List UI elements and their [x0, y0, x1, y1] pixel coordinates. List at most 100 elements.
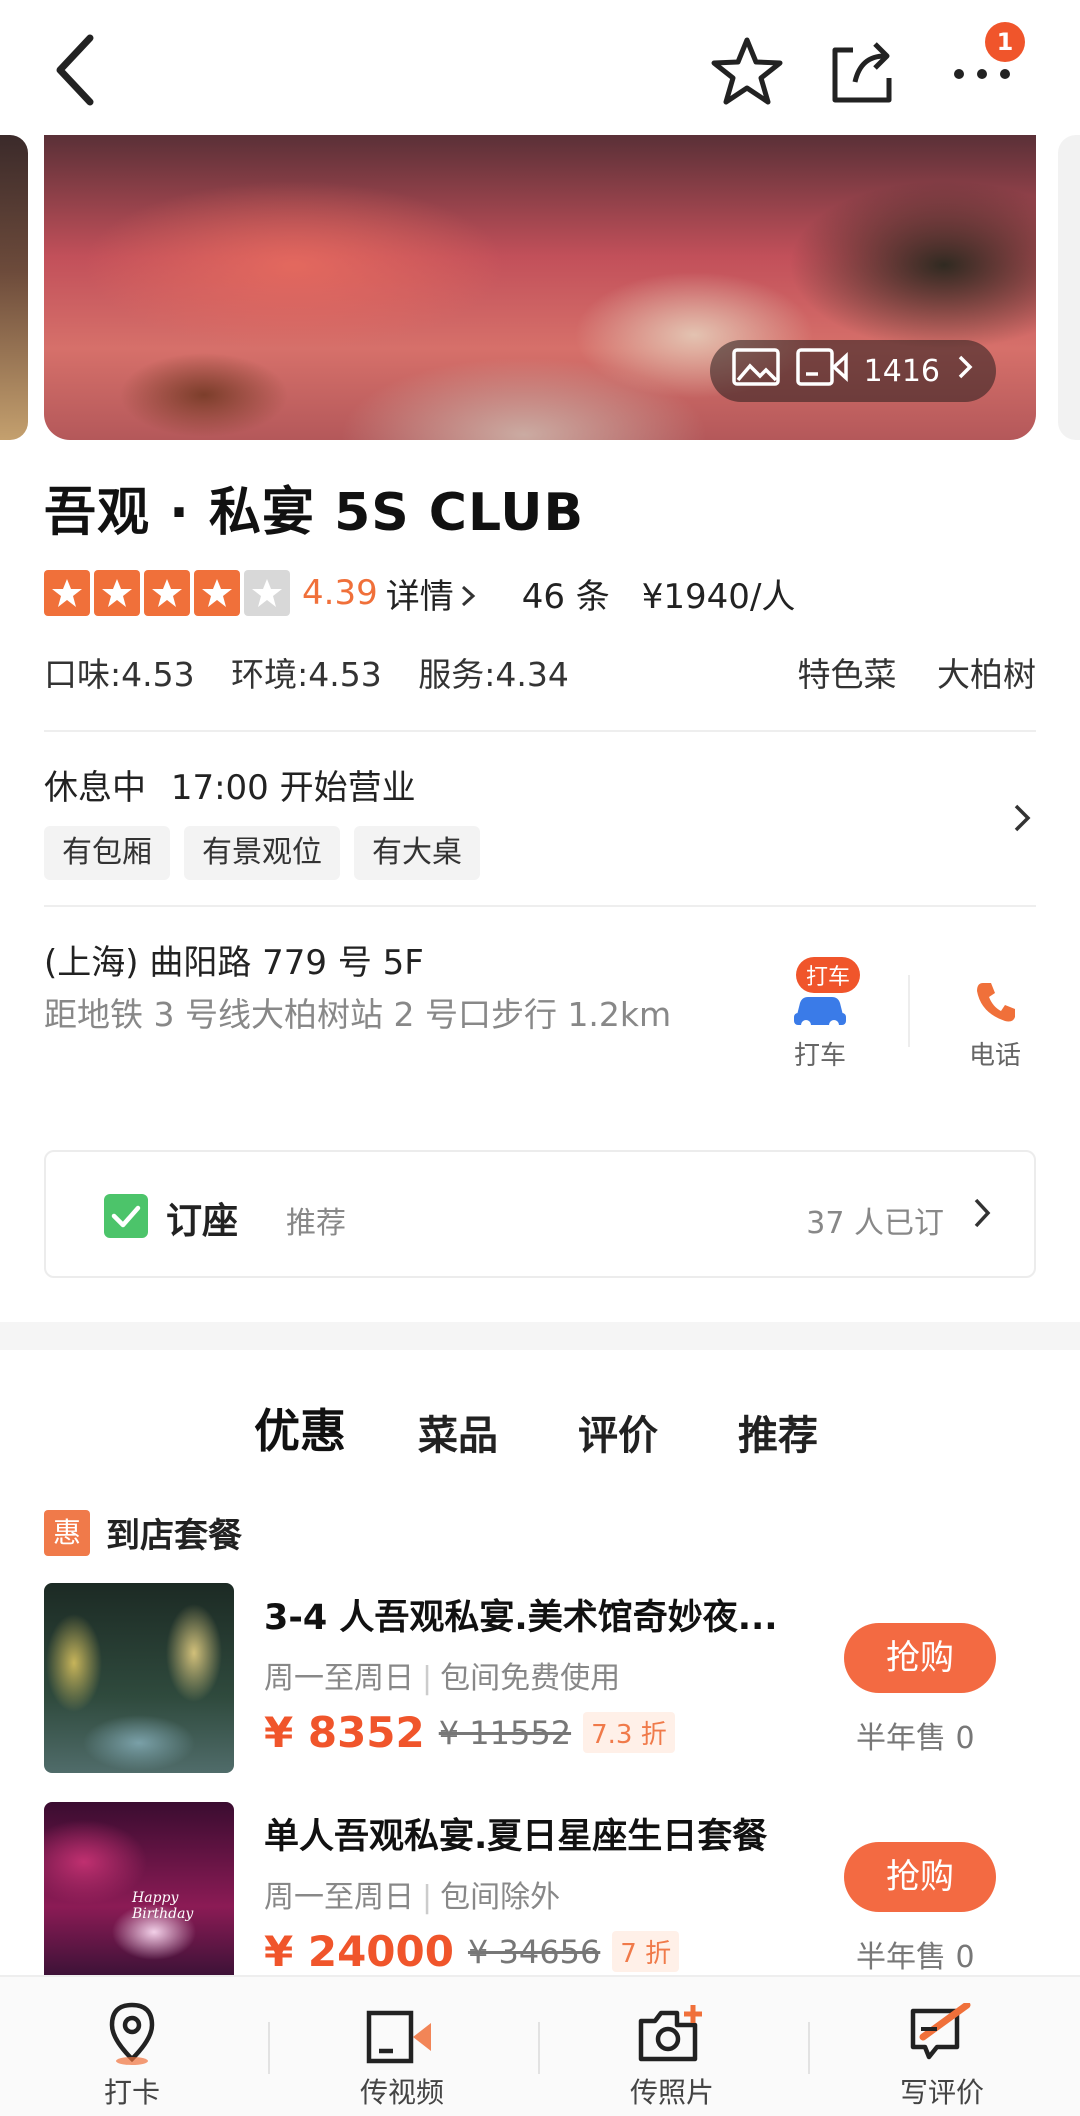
nav-label: 写评价	[899, 2076, 984, 2109]
section-separator	[0, 1322, 1080, 1350]
service-score: 服务:4.34	[418, 655, 569, 694]
average-price: ¥1940/人	[641, 576, 796, 617]
chevron-right-icon	[956, 353, 974, 389]
video-upload-icon	[302, 1977, 502, 2067]
nav-write-review[interactable]: 写评价	[842, 1977, 1042, 2116]
facility-tag: 有大桌	[354, 826, 480, 880]
thumb-caption: Happy Birthday	[132, 1890, 194, 1922]
tab-reviews[interactable]: 评价	[578, 1403, 658, 1461]
taste-score: 口味:4.53	[44, 655, 195, 694]
tag-area[interactable]: 大柏树	[937, 655, 1036, 694]
next-photo-peek[interactable]	[1058, 135, 1080, 440]
tag-specialty[interactable]: 特色菜	[798, 655, 897, 694]
star-icon	[144, 570, 190, 616]
media-count-chip[interactable]: 1416	[709, 340, 996, 402]
divider	[538, 2022, 540, 2074]
tab-bar: 优惠 菜品 评价 推荐	[0, 1395, 1080, 1475]
share-icon[interactable]	[825, 34, 899, 108]
facility-tags: 有包厢 有景观位 有大桌	[44, 826, 480, 880]
active-tab-indicator	[254, 1457, 346, 1467]
booking-count: 37 人已订	[806, 1206, 944, 1241]
hero-photo[interactable]: 1416	[44, 135, 1036, 440]
divider	[908, 975, 910, 1047]
address-directions: 距地铁 3 号线大柏树站 2 号口步行 1.2km	[44, 995, 672, 1034]
deal-item[interactable]: Happy Birthday 单人吾观私宴.夏日星座生日套餐 周一至周日 | 包间除…	[44, 1802, 1036, 1992]
booking-card[interactable]: 订座 推荐 37 人已订	[44, 1150, 1036, 1278]
sub-scores-row: 口味:4.53 环境:4.53 服务:4.34 特色菜 大柏树	[44, 648, 1036, 696]
star-rating	[44, 570, 290, 616]
section-title: 到店套餐	[106, 1516, 242, 1556]
price-original: ¥ 34656	[467, 1932, 601, 1971]
favorite-star-icon[interactable]	[710, 34, 784, 108]
deal-price: ¥ 24000 ¥ 34656 7 折	[264, 1927, 680, 1976]
discount-badge: 7 折	[612, 1931, 680, 1972]
business-status: 休息中	[44, 768, 146, 808]
write-review-icon	[842, 1977, 1042, 2067]
chevron-right-icon	[461, 585, 475, 606]
tab-dishes[interactable]: 菜品	[418, 1403, 498, 1461]
deal-price: ¥ 8352 ¥ 11552 7.3 折	[264, 1708, 675, 1757]
opening-hours[interactable]: 休息中 17:00 开始营业	[44, 760, 416, 809]
bottom-nav: 打卡 传视频 传照片 写评价	[0, 1975, 1080, 2116]
location-pin-icon	[32, 1977, 232, 2067]
check-icon	[104, 1194, 148, 1238]
divider	[808, 2022, 810, 2074]
environment-score: 环境:4.53	[231, 655, 382, 694]
image-icon	[731, 348, 780, 394]
tab-recommend[interactable]: 推荐	[738, 1403, 818, 1461]
chevron-right-icon[interactable]	[1010, 800, 1034, 840]
price-now: ¥ 8352	[264, 1708, 425, 1757]
deal-item[interactable]: 3-4 人吾观私宴.美术馆奇妙夜... 周一至周日 | 包间免费使用 ¥ 8352 …	[44, 1583, 1036, 1773]
divider	[44, 905, 1036, 907]
offer-badge-icon: 惠	[44, 1509, 90, 1556]
facility-tag: 有景观位	[184, 826, 340, 880]
deal-name: 单人吾观私宴.夏日星座生日套餐	[264, 1817, 768, 1857]
camera-add-icon	[572, 1977, 772, 2067]
sold-count: 半年售 0	[856, 1940, 975, 1975]
deal-thumbnail: Happy Birthday	[44, 1802, 234, 1992]
buy-button[interactable]: 抢购	[844, 1623, 996, 1693]
phone-icon	[977, 983, 1015, 1022]
divider	[268, 2022, 270, 2074]
star-icon	[44, 570, 90, 616]
nav-checkin[interactable]: 打卡	[32, 1977, 232, 2116]
rating-detail-link[interactable]: 详情	[386, 569, 478, 618]
deal-thumbnail	[44, 1583, 234, 1773]
review-count[interactable]: 46 条	[522, 569, 610, 618]
open-time: 17:00 开始营业	[170, 768, 416, 808]
taxi-tag: 打车	[796, 957, 861, 993]
address-line[interactable]: (上海) 曲阳路 779 号 5F	[44, 935, 424, 984]
previous-photo-peek[interactable]	[0, 135, 28, 440]
discount-badge: 7.3 折	[583, 1712, 675, 1753]
section-header: 惠 到店套餐	[44, 1508, 242, 1557]
nav-label: 传视频	[359, 2076, 444, 2109]
restaurant-name: 吾观 · 私宴 5S CLUB	[44, 483, 585, 543]
phone-label: 电话	[968, 1041, 1021, 1071]
top-bar: 1	[0, 0, 1080, 135]
media-count: 1416	[863, 353, 940, 389]
notification-badge: 1	[985, 22, 1025, 62]
nav-label: 传照片	[629, 2076, 714, 2109]
tab-offers[interactable]: 优惠	[254, 1395, 346, 1467]
video-icon	[795, 348, 848, 394]
booking-label: 订座	[166, 1201, 239, 1242]
nav-label: 打卡	[103, 2076, 160, 2109]
taxi-button[interactable]: 打车 打车	[760, 957, 880, 1072]
star-icon	[94, 570, 140, 616]
back-icon[interactable]	[48, 30, 108, 110]
nav-upload-video[interactable]: 传视频	[302, 1977, 502, 2116]
facility-tag: 有包厢	[44, 826, 170, 880]
taxi-label: 打车	[793, 1041, 846, 1071]
deal-meta: 周一至周日 | 包间免费使用	[264, 1661, 621, 1696]
star-icon	[194, 570, 240, 616]
sold-count: 半年售 0	[856, 1721, 975, 1756]
buy-button[interactable]: 抢购	[844, 1842, 996, 1912]
divider	[44, 730, 1036, 732]
price-now: ¥ 24000	[264, 1927, 454, 1976]
booking-recommend: 推荐	[286, 1206, 346, 1241]
nav-upload-photo[interactable]: 传照片	[572, 1977, 772, 2116]
chevron-right-icon	[972, 1196, 992, 1234]
phone-button[interactable]: 电话	[935, 965, 1055, 1072]
rating-row: 4.39 详情 46 条 ¥1940/人	[44, 568, 795, 618]
deal-name: 3-4 人吾观私宴.美术馆奇妙夜...	[264, 1598, 778, 1638]
